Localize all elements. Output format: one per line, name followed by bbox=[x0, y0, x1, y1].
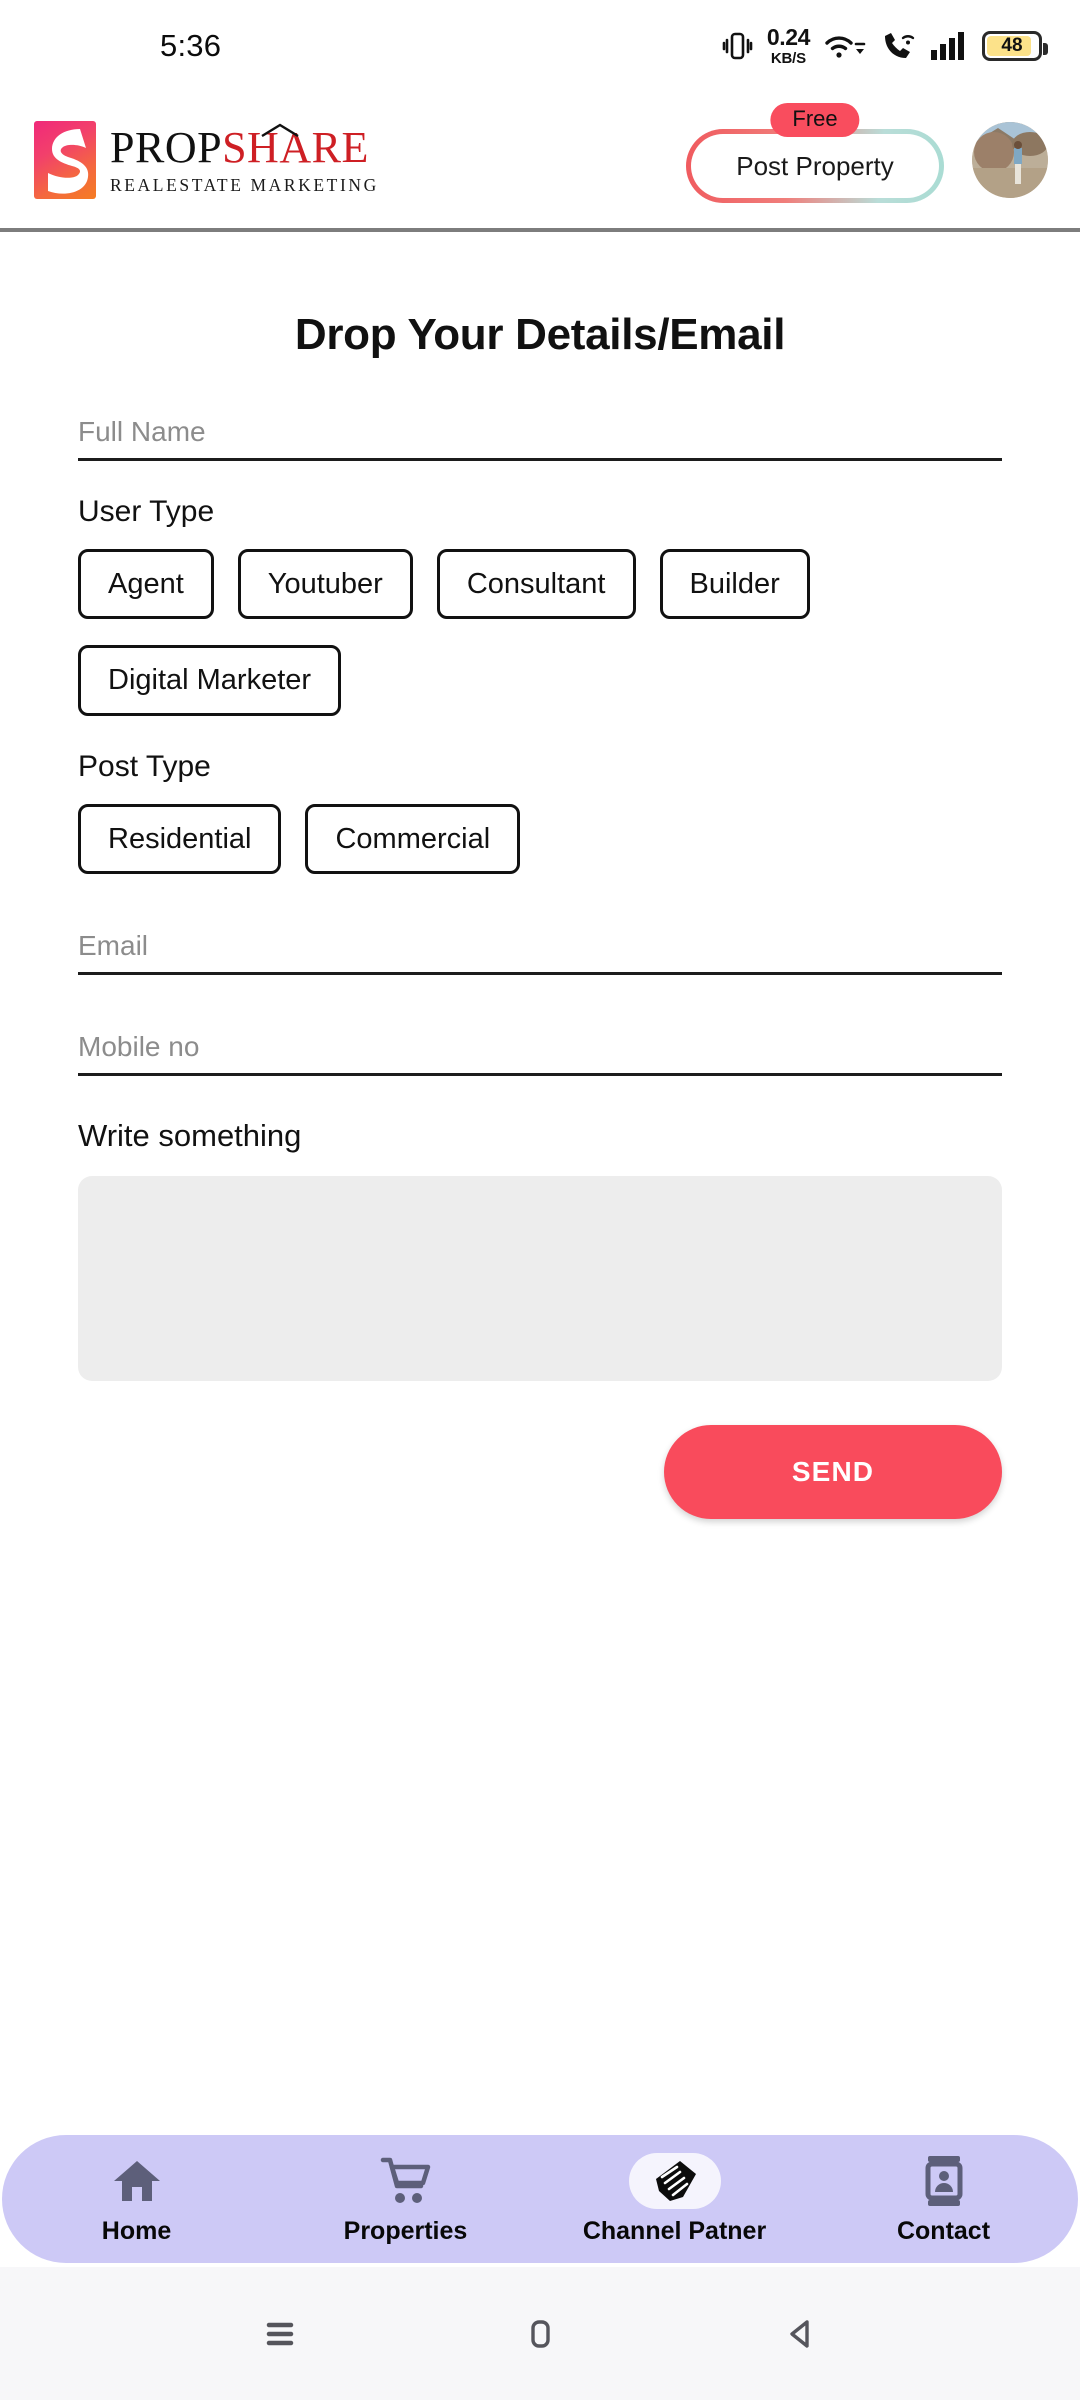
page-title: Drop Your Details/Email bbox=[294, 310, 786, 359]
wifi-calling-icon bbox=[880, 29, 916, 63]
brand-name-dark: PROP bbox=[110, 122, 223, 172]
home-square-icon[interactable] bbox=[505, 2299, 575, 2369]
nav-label-properties: Properties bbox=[343, 2216, 468, 2245]
post-type-chip-group: Residential Commercial bbox=[78, 803, 1002, 875]
handshake-icon bbox=[628, 2152, 721, 2209]
nav-label-contact: Contact bbox=[896, 2216, 991, 2245]
vibrate-icon bbox=[720, 29, 754, 63]
email-input[interactable]: Email bbox=[78, 930, 1002, 972]
brand-logo[interactable]: PROPSHARE REALESTATE MARKETING bbox=[34, 121, 379, 199]
wifi-icon bbox=[823, 29, 867, 63]
post-type-label: Post Type bbox=[78, 749, 211, 783]
avatar[interactable] bbox=[972, 122, 1048, 198]
full-name-underline bbox=[78, 458, 1002, 461]
brand-tagline: REALESTATE MARKETING bbox=[110, 174, 379, 195]
system-navigation-bar bbox=[0, 2267, 1080, 2400]
brand-wordmark: PROPSHARE REALESTATE MARKETING bbox=[110, 122, 379, 195]
chip-user-type-youtuber[interactable]: Youtuber bbox=[237, 549, 413, 620]
message-label: Write something bbox=[78, 1118, 302, 1154]
full-name-input[interactable]: Full Name bbox=[78, 416, 1002, 458]
network-speed-unit: KB/S bbox=[770, 50, 806, 67]
email-field[interactable]: Email bbox=[78, 930, 1002, 976]
network-speed-indicator: 0.24 KB/S bbox=[766, 24, 811, 67]
email-underline bbox=[78, 972, 1002, 976]
back-triangle-icon[interactable] bbox=[765, 2299, 835, 2369]
shopping-cart-icon bbox=[360, 2153, 452, 2209]
chip-user-type-digital-marketer[interactable]: Digital Marketer bbox=[78, 645, 342, 716]
network-speed-value: 0.24 bbox=[766, 24, 811, 50]
mobile-underline bbox=[78, 1073, 1002, 1077]
recents-icon[interactable] bbox=[245, 2299, 315, 2369]
chip-user-type-builder[interactable]: Builder bbox=[659, 549, 810, 620]
status-bar-icons: 0.24 KB/S 48 bbox=[720, 24, 1048, 67]
mobile-field[interactable]: Mobile no bbox=[78, 1031, 1002, 1077]
battery-level: 48 bbox=[1001, 35, 1023, 56]
contact-card-icon bbox=[898, 2153, 990, 2209]
user-type-label: User Type bbox=[78, 495, 215, 528]
status-bar: 5:36 0.24 KB/S 48 bbox=[0, 0, 1080, 92]
mobile-input[interactable]: Mobile no bbox=[78, 1031, 1002, 1073]
brand-name: PROPSHARE bbox=[110, 122, 379, 172]
free-badge: Free bbox=[770, 103, 860, 137]
battery-icon: 48 bbox=[982, 31, 1048, 61]
home-icon bbox=[91, 2153, 183, 2209]
app-header: PROPSHARE REALESTATE MARKETING Free Post… bbox=[0, 92, 1080, 232]
chip-post-type-residential[interactable]: Residential bbox=[78, 803, 282, 875]
post-property-button[interactable]: Post Property bbox=[686, 129, 944, 203]
full-name-field[interactable]: Full Name bbox=[78, 416, 1002, 461]
post-property-wrapper: Free Post Property bbox=[686, 103, 944, 203]
propshare-logo-icon bbox=[34, 121, 96, 199]
nav-item-contact[interactable]: Contact bbox=[809, 2153, 1078, 2246]
nav-item-home[interactable]: Home bbox=[2, 2153, 271, 2246]
send-row: SEND bbox=[78, 1425, 1002, 1520]
status-bar-time: 5:36 bbox=[160, 28, 222, 63]
chip-post-type-commercial[interactable]: Commercial bbox=[305, 803, 521, 875]
chip-user-type-consultant[interactable]: Consultant bbox=[436, 549, 636, 620]
nav-item-properties[interactable]: Properties bbox=[271, 2153, 540, 2246]
chip-user-type-agent[interactable]: Agent bbox=[78, 549, 214, 620]
user-type-chip-group: Agent Youtuber Consultant Builder Digita… bbox=[78, 549, 1002, 716]
nav-label-home: Home bbox=[101, 2216, 172, 2245]
nav-label-channel-partner: Channel Patner bbox=[582, 2216, 767, 2245]
bottom-navigation: Home Properties Channel Patner Contact bbox=[2, 2135, 1078, 2263]
form-page: Drop Your Details/Email Full Name User T… bbox=[0, 310, 1080, 1520]
roof-accent-icon bbox=[261, 123, 299, 137]
message-textarea[interactable] bbox=[78, 1176, 1002, 1382]
send-button[interactable]: SEND bbox=[664, 1425, 1002, 1520]
cellular-signal-icon bbox=[929, 30, 969, 62]
nav-item-channel-partner[interactable]: Channel Patner bbox=[540, 2152, 809, 2246]
